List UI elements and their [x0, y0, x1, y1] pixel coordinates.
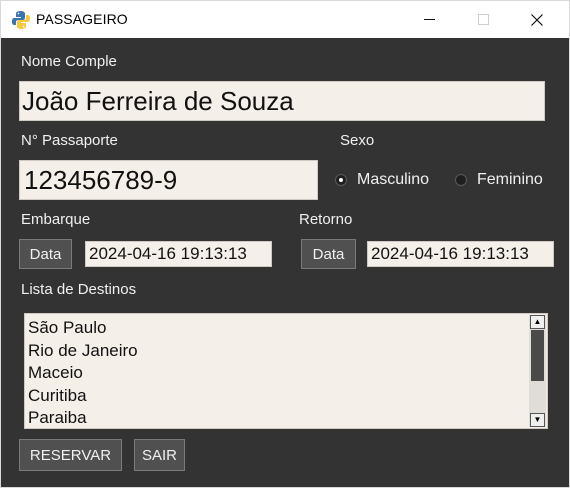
radio-selected-icon — [335, 174, 347, 186]
python-logo-icon — [12, 11, 30, 29]
embarque-label: Embarque — [21, 211, 91, 228]
list-item[interactable]: Rio de Janeiro — [28, 340, 138, 363]
nome-input[interactable]: João Ferreira de Souza — [19, 81, 545, 121]
list-item[interactable]: São Paulo — [28, 317, 138, 340]
minimize-icon — [423, 19, 435, 20]
title-bar[interactable]: PASSAGEIRO — [1, 1, 569, 38]
radio-feminino[interactable]: Feminino — [455, 171, 543, 189]
retorno-date-input[interactable]: 2024-04-16 19:13:13 — [367, 241, 554, 267]
radio-feminino-label: Feminino — [477, 171, 543, 188]
sexo-label: Sexo — [340, 132, 375, 149]
nome-label: Nome Comple — [21, 53, 117, 70]
close-button[interactable] — [514, 1, 560, 38]
destinos-listbox[interactable]: São Paulo Rio de Janeiro Maceio Curitiba… — [24, 313, 548, 429]
sair-button[interactable]: SAIR — [134, 439, 185, 471]
destinos-list: São Paulo Rio de Janeiro Maceio Curitiba… — [28, 317, 138, 428]
passaporte-label: N° Passaporte — [21, 132, 118, 149]
list-item[interactable]: Maceio — [28, 362, 138, 385]
destinos-label: Lista de Destinos — [21, 281, 137, 298]
passageiro-window: PASSAGEIRO Nome Comple João Ferreira de … — [0, 0, 570, 488]
close-icon — [531, 13, 543, 26]
embarque-date-input[interactable]: 2024-04-16 19:13:13 — [85, 241, 272, 267]
reservar-button[interactable]: RESERVAR — [19, 439, 122, 471]
embarque-data-button[interactable]: Data — [19, 239, 72, 269]
radio-masculino[interactable]: Masculino — [335, 171, 429, 189]
retorno-data-button[interactable]: Data — [301, 239, 356, 269]
radio-unselected-icon — [455, 174, 467, 186]
passaporte-input[interactable]: 123456789-9 — [19, 160, 318, 200]
list-item[interactable]: Curitiba — [28, 385, 138, 408]
maximize-button[interactable] — [460, 1, 506, 38]
retorno-label: Retorno — [299, 211, 353, 228]
window-title: PASSAGEIRO — [36, 11, 128, 27]
maximize-icon — [477, 14, 489, 25]
destinos-scrollbar[interactable]: ▲ ▼ — [529, 315, 546, 427]
radio-masculino-label: Masculino — [357, 171, 430, 188]
scroll-down-icon[interactable]: ▼ — [530, 413, 545, 427]
scrollbar-thumb[interactable] — [531, 330, 544, 381]
scroll-up-icon[interactable]: ▲ — [530, 315, 545, 329]
list-item[interactable]: Paraiba — [28, 407, 138, 428]
minimize-button[interactable] — [406, 1, 452, 38]
